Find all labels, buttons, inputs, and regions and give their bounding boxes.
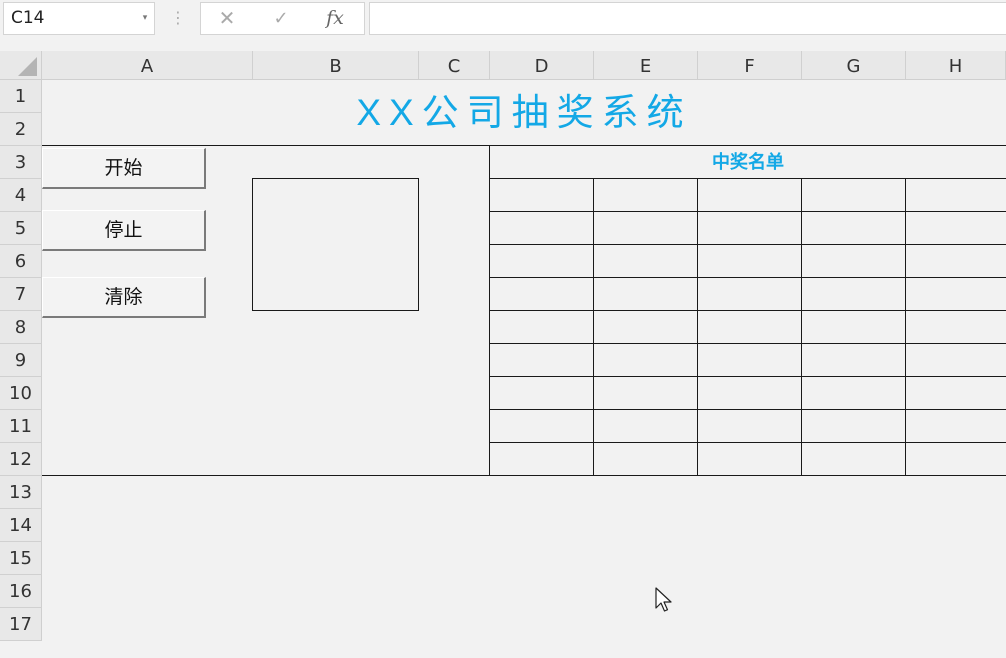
border-bottom bbox=[42, 475, 1006, 476]
table-line bbox=[490, 178, 1006, 179]
row-header-16[interactable]: 16 bbox=[0, 575, 42, 608]
table-line bbox=[490, 211, 1006, 212]
row-header-4[interactable]: 4 bbox=[0, 179, 42, 212]
column-header-h[interactable]: H bbox=[906, 51, 1006, 80]
column-header-b[interactable]: B bbox=[253, 51, 419, 80]
formula-bar: C14 ▾ ⋮ ✕ ✓ fx bbox=[0, 0, 1006, 38]
row-header-10[interactable]: 10 bbox=[0, 377, 42, 410]
row-header-11[interactable]: 11 bbox=[0, 410, 42, 443]
table-line bbox=[490, 442, 1006, 443]
arrow-cursor-icon bbox=[655, 587, 672, 612]
table-line bbox=[697, 178, 698, 476]
worksheet-grid: A B C D E F G H 1 2 3 4 5 6 7 8 9 10 11 … bbox=[0, 51, 1006, 658]
column-header-e[interactable]: E bbox=[594, 51, 698, 80]
column-header-d[interactable]: D bbox=[490, 51, 594, 80]
insert-function-icon[interactable]: fx bbox=[315, 3, 355, 34]
table-line bbox=[490, 343, 1006, 344]
cancel-icon[interactable]: ✕ bbox=[207, 3, 247, 34]
select-all-corner[interactable] bbox=[0, 51, 42, 80]
row-header-1[interactable]: 1 bbox=[0, 80, 42, 113]
row-header-3[interactable]: 3 bbox=[0, 146, 42, 179]
table-line bbox=[490, 409, 1006, 410]
column-header-c[interactable]: C bbox=[419, 51, 490, 80]
select-all-triangle-icon bbox=[18, 57, 37, 76]
row-header-2[interactable]: 2 bbox=[0, 113, 42, 146]
row-header-6[interactable]: 6 bbox=[0, 245, 42, 278]
row-header-14[interactable]: 14 bbox=[0, 509, 42, 542]
table-line bbox=[801, 178, 802, 476]
table-line bbox=[490, 376, 1006, 377]
row-header-12[interactable]: 12 bbox=[0, 443, 42, 476]
clear-button[interactable]: 清除 bbox=[42, 277, 206, 318]
formula-input[interactable] bbox=[369, 2, 1006, 35]
formula-buttons: ✕ ✓ fx bbox=[200, 2, 365, 35]
row-header-5[interactable]: 5 bbox=[0, 212, 42, 245]
column-header-a[interactable]: A bbox=[42, 51, 253, 80]
start-button[interactable]: 开始 bbox=[42, 148, 206, 189]
more-options-icon[interactable]: ⋮ bbox=[170, 2, 186, 35]
name-box[interactable]: C14 bbox=[3, 2, 155, 35]
row-header-13[interactable]: 13 bbox=[0, 476, 42, 509]
column-header-f[interactable]: F bbox=[698, 51, 802, 80]
winner-list-title: 中奖名单 bbox=[712, 152, 784, 173]
check-icon[interactable]: ✓ bbox=[261, 3, 301, 34]
row-header-15[interactable]: 15 bbox=[0, 542, 42, 575]
table-line bbox=[490, 310, 1006, 311]
chevron-down-icon[interactable]: ▾ bbox=[136, 2, 154, 35]
column-header-g[interactable]: G bbox=[802, 51, 906, 80]
table-line bbox=[593, 178, 594, 476]
row-header-7[interactable]: 7 bbox=[0, 278, 42, 311]
sheet-title: XX公司抽奖系统 bbox=[356, 92, 692, 133]
row-header-9[interactable]: 9 bbox=[0, 344, 42, 377]
draw-display-box bbox=[252, 178, 419, 311]
row-header-8[interactable]: 8 bbox=[0, 311, 42, 344]
stop-button[interactable]: 停止 bbox=[42, 210, 206, 251]
table-line bbox=[905, 178, 906, 476]
table-line bbox=[490, 277, 1006, 278]
row-header-17[interactable]: 17 bbox=[0, 608, 42, 641]
table-line bbox=[490, 244, 1006, 245]
